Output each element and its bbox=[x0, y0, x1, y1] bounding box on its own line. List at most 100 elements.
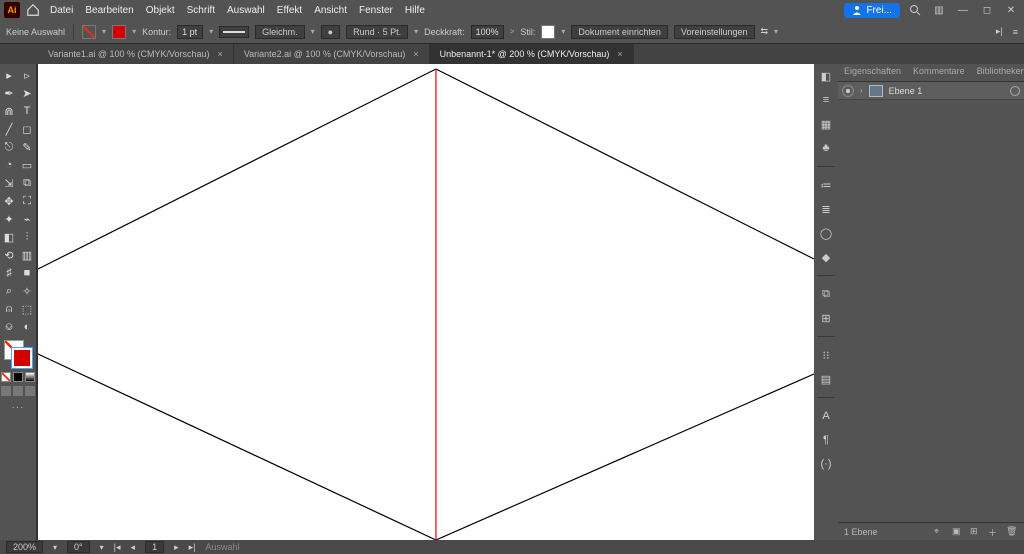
fill-swatch[interactable] bbox=[82, 25, 96, 39]
swatches-icon[interactable]: ▦ bbox=[818, 116, 834, 132]
options-menu-icon[interactable]: ≡ bbox=[1013, 27, 1018, 37]
paintbrush-tool[interactable]: ✎ bbox=[18, 138, 36, 156]
graphic-style-swatch[interactable] bbox=[541, 25, 555, 39]
search-icon[interactable] bbox=[906, 3, 924, 17]
glyphs-panel-icon[interactable]: (·) bbox=[818, 456, 834, 472]
home-icon[interactable] bbox=[26, 3, 40, 17]
tab-kommentare[interactable]: Kommentare bbox=[907, 64, 971, 81]
menu-schrift[interactable]: Schrift bbox=[187, 5, 215, 16]
stroke-profile-select[interactable]: Gleichm. bbox=[255, 25, 305, 39]
zoom-tool[interactable]: ⌕ bbox=[0, 282, 18, 300]
doc-tab-3[interactable]: Unbenannt-1* @ 200 % (CMYK/Vorschau) × bbox=[430, 44, 634, 64]
pen-tool[interactable]: ✒ bbox=[0, 84, 18, 102]
draw-mode-toggles[interactable] bbox=[1, 386, 35, 396]
opacity-field[interactable]: 100% bbox=[471, 25, 504, 39]
mesh-tool[interactable]: ✦ bbox=[0, 210, 18, 228]
align-icon[interactable]: ⇆ bbox=[761, 26, 769, 37]
close-icon[interactable]: × bbox=[413, 49, 418, 59]
window-close[interactable]: ✕ bbox=[1002, 3, 1020, 17]
hand-tool[interactable]: ✧ bbox=[18, 282, 36, 300]
artboard-number[interactable]: 1 bbox=[145, 541, 164, 553]
close-icon[interactable]: × bbox=[218, 49, 223, 59]
menu-ansicht[interactable]: Ansicht bbox=[314, 5, 347, 16]
close-icon[interactable]: × bbox=[617, 49, 622, 59]
lasso-tool[interactable]: ⎋ bbox=[0, 138, 18, 156]
clip-mask-icon[interactable]: ▣ bbox=[952, 526, 964, 538]
menu-fenster[interactable]: Fenster bbox=[359, 5, 393, 16]
fill-stroke-indicator[interactable] bbox=[4, 340, 32, 368]
magic-wand-tool[interactable]: ⋒ bbox=[0, 102, 18, 120]
type-tool[interactable]: T bbox=[18, 102, 36, 120]
layer-row[interactable]: › Ebene 1 bbox=[838, 82, 1024, 100]
menu-hilfe[interactable]: Hilfe bbox=[405, 5, 425, 16]
artboards-panel-icon[interactable]: ⧉ bbox=[818, 286, 834, 302]
stroke-dash-preview[interactable] bbox=[219, 26, 249, 38]
panel-collapse-icon[interactable]: ▸| bbox=[996, 26, 1003, 37]
brushes-icon[interactable]: ♣ bbox=[818, 140, 834, 156]
align-dropdown-icon[interactable]: ▾ bbox=[774, 27, 778, 36]
zoom-field[interactable]: 200% bbox=[6, 541, 43, 553]
column-graph-tool[interactable]: ▥ bbox=[18, 246, 36, 264]
menu-bearbeiten[interactable]: Bearbeiten bbox=[85, 5, 133, 16]
stroke-weight-dropdown-icon[interactable]: ▾ bbox=[209, 27, 213, 36]
layer-name[interactable]: Ebene 1 bbox=[889, 86, 923, 96]
eyedropper-tool[interactable]: ◧ bbox=[0, 228, 18, 246]
blend-tool[interactable]: ⫶ bbox=[18, 228, 36, 246]
curvature-tool[interactable]: ➤ bbox=[18, 84, 36, 102]
appearance-panel-icon[interactable]: ◆ bbox=[818, 249, 834, 265]
dash-dropdown-icon[interactable]: ▾ bbox=[311, 27, 315, 36]
brush-prev[interactable]: ● bbox=[321, 25, 340, 39]
measure-tool[interactable]: ◐ bbox=[18, 318, 36, 336]
direct-selection-tool[interactable]: ▹ bbox=[18, 66, 36, 84]
delete-layer-icon[interactable]: 🗑 bbox=[1006, 526, 1018, 538]
prefs-button[interactable]: Voreinstellungen bbox=[674, 25, 755, 39]
transparency-panel-icon[interactable]: ◯ bbox=[818, 225, 834, 241]
locate-layer-icon[interactable]: ⌖ bbox=[934, 526, 946, 538]
menu-auswahl[interactable]: Auswahl bbox=[227, 5, 265, 16]
asset-export-icon[interactable]: ⊞ bbox=[818, 310, 834, 326]
scale-tool[interactable]: ▭ bbox=[18, 156, 36, 174]
edit-toolbar-icon[interactable]: ··· bbox=[12, 402, 25, 413]
print-tiling-tool[interactable]: ⎉ bbox=[0, 318, 18, 336]
align-panel-icon[interactable]: ⁝⁝ bbox=[818, 347, 834, 363]
rotate-tool[interactable]: ◔ bbox=[0, 156, 18, 174]
stroke-panel-icon[interactable]: ≔ bbox=[818, 177, 834, 193]
libraries-icon[interactable]: ≡ bbox=[818, 92, 834, 108]
canvas-area[interactable] bbox=[36, 64, 814, 540]
character-panel-icon[interactable]: A bbox=[818, 408, 834, 424]
scissors-tool[interactable]: ⬚ bbox=[18, 300, 36, 318]
visibility-toggle-icon[interactable] bbox=[842, 85, 854, 97]
cap-dropdown-icon[interactable]: ▾ bbox=[414, 27, 418, 36]
style-dropdown-icon[interactable]: ▾ bbox=[561, 27, 565, 36]
width-tool[interactable]: ⇲ bbox=[0, 174, 18, 192]
tab-eigenschaften[interactable]: Eigenschaften bbox=[838, 64, 907, 81]
gradient-tool[interactable]: ⌁ bbox=[18, 210, 36, 228]
new-sublayer-icon[interactable]: ⊞ bbox=[970, 526, 982, 538]
stroke-swatch[interactable] bbox=[112, 25, 126, 39]
opacity-dropdown-icon[interactable]: > bbox=[510, 27, 515, 36]
doc-setup-button[interactable]: Dokument einrichten bbox=[571, 25, 668, 39]
window-restore[interactable]: ◻ bbox=[978, 3, 996, 17]
stroke-dropdown-icon[interactable]: ▾ bbox=[132, 27, 136, 36]
menu-objekt[interactable]: Objekt bbox=[146, 5, 175, 16]
disclosure-icon[interactable]: › bbox=[860, 86, 863, 95]
slice-tool[interactable]: ■ bbox=[18, 264, 36, 282]
cap-select[interactable]: Rund · 5 Pt. bbox=[346, 25, 408, 39]
properties-icon[interactable]: ◧ bbox=[818, 68, 834, 84]
artboard-nav-last-icon[interactable]: ▸| bbox=[189, 542, 196, 553]
arrange-docs-icon[interactable]: ▥ bbox=[930, 3, 948, 17]
perspective-tool[interactable]: ⛶ bbox=[18, 192, 36, 210]
shape-builder-tool[interactable]: ✥ bbox=[0, 192, 18, 210]
artboard-nav-prev-icon[interactable]: ◂ bbox=[131, 542, 136, 553]
menu-datei[interactable]: Datei bbox=[50, 5, 73, 16]
doc-tab-2[interactable]: Variante2.ai @ 100 % (CMYK/Vorschau) × bbox=[234, 44, 430, 64]
artboard-nav-first-icon[interactable]: |◂ bbox=[114, 542, 121, 553]
gradient-panel-icon[interactable]: ≣ bbox=[818, 201, 834, 217]
zoom-dropdown-icon[interactable]: ▾ bbox=[53, 543, 57, 552]
target-icon[interactable] bbox=[1010, 86, 1020, 96]
share-button[interactable]: Frei... bbox=[844, 3, 900, 18]
color-mode-toggles[interactable] bbox=[1, 372, 35, 382]
tab-bibliotheken[interactable]: Bibliotheken bbox=[971, 64, 1024, 81]
line-tool[interactable]: ╱ bbox=[0, 120, 18, 138]
artboard-nav-next-icon[interactable]: ▸ bbox=[174, 542, 179, 553]
